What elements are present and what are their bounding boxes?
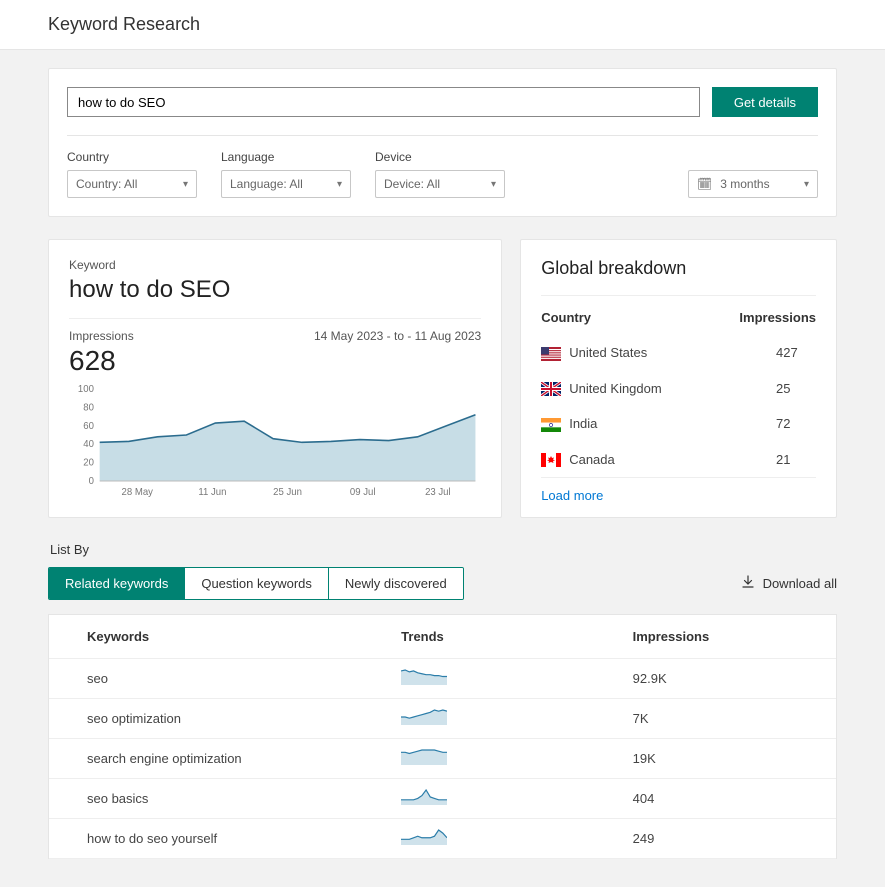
get-details-button[interactable]: Get details xyxy=(712,87,818,117)
impressions-cell: 7K xyxy=(633,711,798,726)
impressions-cell: 92.9K xyxy=(633,671,798,686)
svg-text:25 Jun: 25 Jun xyxy=(273,487,302,498)
svg-text:20: 20 xyxy=(83,457,94,468)
device-dropdown[interactable]: Device: All ▾ xyxy=(375,170,505,198)
svg-text:0: 0 xyxy=(89,476,95,487)
trend-cell xyxy=(401,829,632,848)
chevron-down-icon: ▾ xyxy=(337,179,342,190)
keyword-cell: search engine optimization xyxy=(87,751,401,766)
download-icon xyxy=(741,575,755,592)
trend-cell xyxy=(401,789,632,808)
keyword-cell: seo basics xyxy=(87,791,401,806)
svg-text:23 Jul: 23 Jul xyxy=(425,487,451,498)
keywords-table: Keywords Trends Impressions seo92.9Kseo … xyxy=(48,614,837,859)
keyword-impressions-card: Keyword how to do SEO Impressions 14 May… xyxy=(48,239,502,518)
flag-icon xyxy=(541,382,561,396)
table-row: seo optimization 7K xyxy=(49,699,836,739)
impressions-cell: 19K xyxy=(633,751,798,766)
country-dropdown[interactable]: Country: All ▾ xyxy=(67,170,197,198)
keyword-cell: seo xyxy=(87,671,401,686)
listby-label: List By xyxy=(50,542,837,557)
chevron-down-icon: ▾ xyxy=(804,179,809,190)
page-title: Keyword Research xyxy=(0,0,885,50)
flag-icon xyxy=(541,418,561,432)
chevron-down-icon: ▾ xyxy=(491,179,496,190)
table-header: Keywords Trends Impressions xyxy=(49,615,836,659)
global-breakdown-card: Global breakdown Country Impressions Uni… xyxy=(520,239,837,518)
tab-related-keywords[interactable]: Related keywords xyxy=(49,568,184,599)
device-label: Device xyxy=(375,150,505,164)
impressions-cell: 249 xyxy=(633,831,798,846)
svg-text:100: 100 xyxy=(78,385,95,395)
flag-icon xyxy=(541,347,561,361)
country-label: Country xyxy=(67,150,197,164)
breakdown-title: Global breakdown xyxy=(541,258,816,296)
breakdown-impressions-header: Impressions xyxy=(739,310,816,325)
svg-text:09 Jul: 09 Jul xyxy=(350,487,376,498)
table-row: seo basics 404 xyxy=(49,779,836,819)
breakdown-row: United Kingdom25 xyxy=(541,371,816,407)
load-more-link[interactable]: Load more xyxy=(541,488,603,503)
keyword-value: how to do SEO xyxy=(69,276,481,319)
impressions-label: Impressions xyxy=(69,329,134,343)
impressions-area-chart: 0 20 40 60 80 100 28 May 11 Jun 25 Jun 09 Jul 23 J… xyxy=(69,385,481,503)
svg-text:40: 40 xyxy=(83,439,94,450)
tab-newly-discovered[interactable]: Newly discovered xyxy=(328,568,463,599)
breakdown-row: United States427 xyxy=(541,335,816,371)
search-card: Get details Country Country: All ▾ Langu… xyxy=(48,68,837,217)
trend-cell xyxy=(401,709,632,728)
breakdown-country-header: Country xyxy=(541,310,591,325)
trend-cell xyxy=(401,669,632,688)
breakdown-row: Canada21 xyxy=(541,442,816,478)
table-row: how to do seo yourself 249 xyxy=(49,819,836,859)
impressions-daterange: 14 May 2023 - to - 11 Aug 2023 xyxy=(314,329,481,343)
svg-text:28 May: 28 May xyxy=(122,487,153,498)
svg-text:80: 80 xyxy=(83,402,94,413)
download-all-link[interactable]: Download all xyxy=(741,575,837,592)
trend-cell xyxy=(401,749,632,768)
svg-text:11 Jun: 11 Jun xyxy=(198,487,226,498)
flag-icon xyxy=(541,453,561,467)
keyword-cell: how to do seo yourself xyxy=(87,831,401,846)
table-row: search engine optimization 19K xyxy=(49,739,836,779)
keyword-label: Keyword xyxy=(69,258,481,272)
chevron-down-icon: ▾ xyxy=(183,179,188,190)
calendar-icon: 🗓 xyxy=(697,177,712,191)
impressions-cell: 404 xyxy=(633,791,798,806)
language-label: Language xyxy=(221,150,351,164)
daterange-dropdown[interactable]: 🗓 3 months ▾ xyxy=(688,170,818,198)
svg-text:60: 60 xyxy=(83,421,94,432)
breakdown-row: India72 xyxy=(541,406,816,442)
impressions-value: 628 xyxy=(69,345,481,377)
keyword-cell: seo optimization xyxy=(87,711,401,726)
tab-question-keywords[interactable]: Question keywords xyxy=(184,568,328,599)
table-row: seo 92.9K xyxy=(49,659,836,699)
listby-tabs: Related keywords Question keywords Newly… xyxy=(48,567,464,600)
keyword-search-input[interactable] xyxy=(67,87,700,117)
language-dropdown[interactable]: Language: All ▾ xyxy=(221,170,351,198)
